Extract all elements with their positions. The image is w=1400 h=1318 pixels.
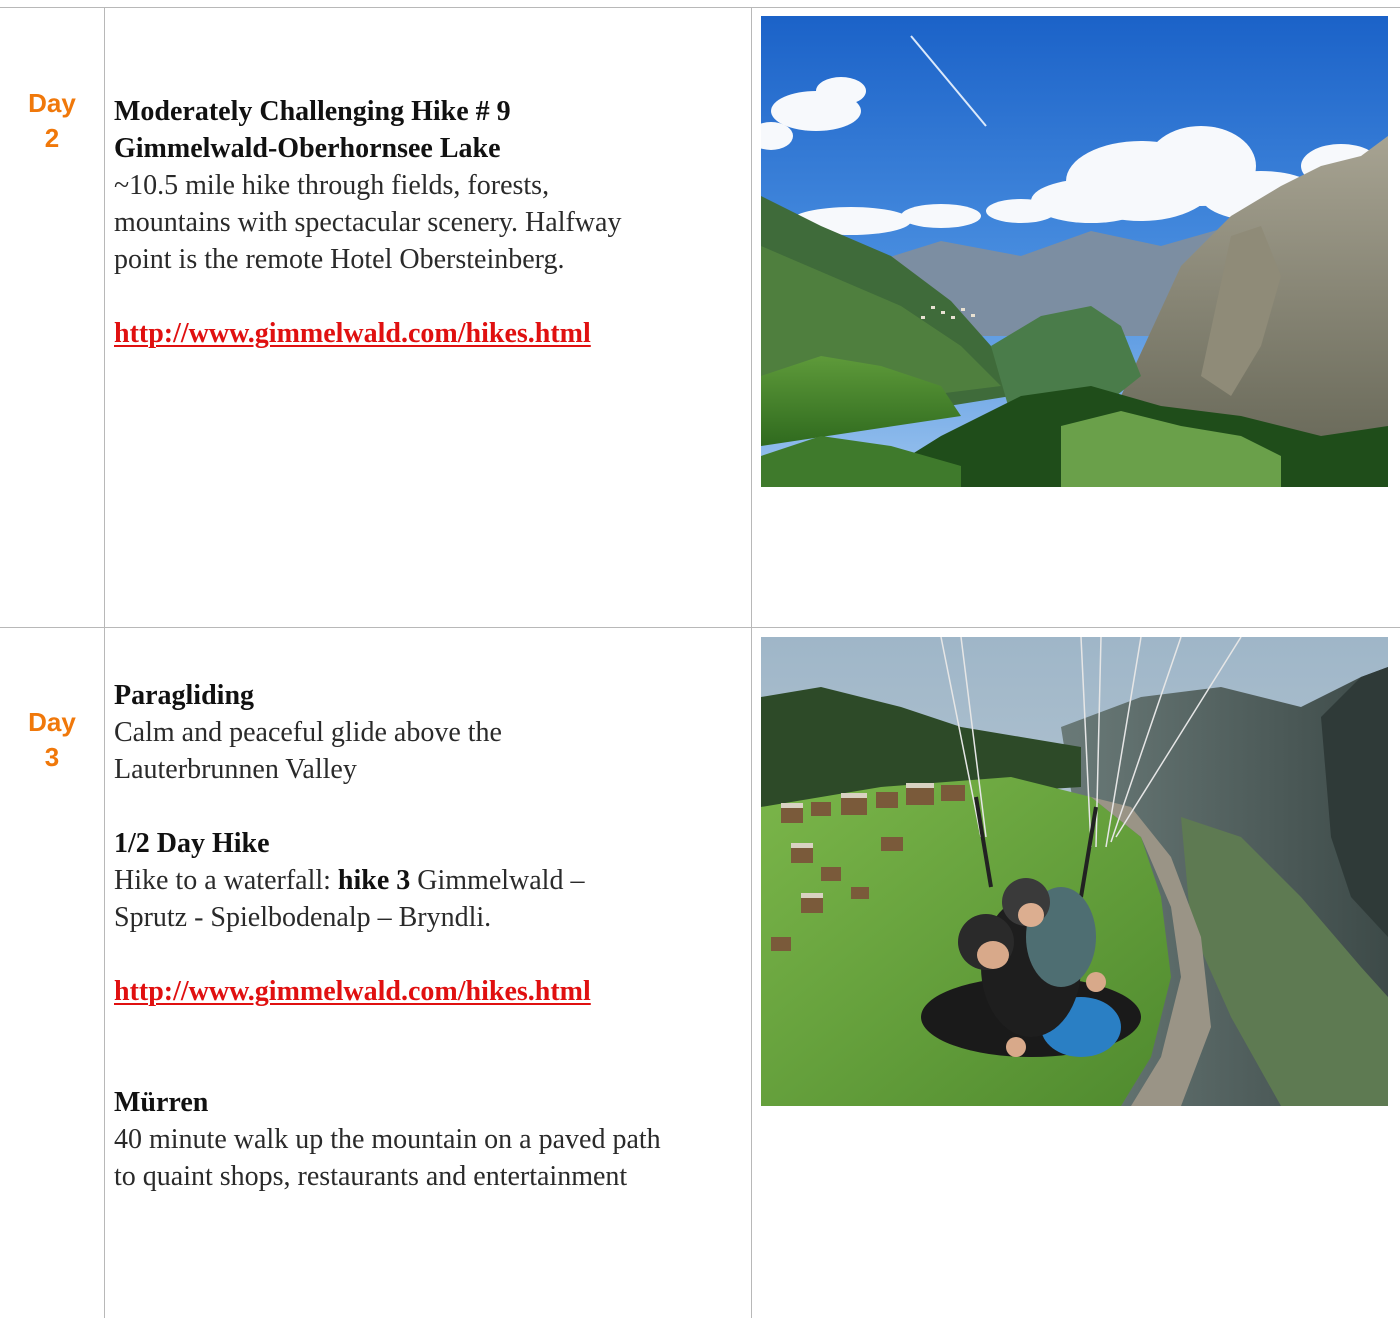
murren-title: Mürren	[114, 1087, 209, 1118]
day-number: 2	[44, 123, 60, 153]
column-divider-right	[751, 7, 752, 1318]
alpine-valley-photo	[761, 16, 1388, 487]
hikes-link[interactable]: http://www.gimmelwald.com/hikes.html	[114, 976, 591, 1007]
murren-desc-line: 40 minute walk up the mountain on a pave…	[114, 1124, 661, 1155]
hikes-link[interactable]: http://www.gimmelwald.com/hikes.html	[114, 318, 591, 349]
paragliding-photo	[761, 637, 1388, 1106]
day-number: 3	[44, 742, 60, 772]
day-label: Day 2	[0, 86, 104, 156]
hike-title: Moderately Challenging Hike # 9	[114, 96, 511, 127]
hike-route: Gimmelwald-Oberhornsee Lake	[114, 133, 501, 164]
table-top-border	[0, 7, 1400, 8]
half-day-hike-title: 1/2 Day Hike	[114, 828, 270, 859]
column-divider-left	[104, 7, 105, 1318]
paragliding-title: Paragliding	[114, 680, 255, 711]
hike-desc-line: ~10.5 mile hike through fields, forests,	[114, 170, 550, 201]
day-2-description: Moderately Challenging Hike # 9 Gimmelwa…	[114, 93, 744, 352]
paragliding-desc-line: Lauterbrunnen Valley	[114, 754, 357, 785]
day-3-description: Paragliding Calm and peaceful glide abov…	[114, 677, 744, 1195]
half-day-hike-desc-line: Hike to a waterfall: hike 3 Gimmelwald –	[114, 865, 585, 896]
day-word: Day	[28, 707, 76, 737]
day-word: Day	[28, 88, 76, 118]
half-day-hike-desc-line: Sprutz - Spielbodenalp – Bryndli.	[114, 902, 492, 933]
row-divider	[0, 627, 1400, 628]
day-label: Day 3	[0, 705, 104, 775]
hike-desc-line: point is the remote Hotel Obersteinberg.	[114, 244, 565, 275]
hike-desc-line: mountains with spectacular scenery. Half…	[114, 207, 622, 238]
paragliding-desc-line: Calm and peaceful glide above the	[114, 717, 502, 748]
murren-desc-line: to quaint shops, restaurants and enterta…	[114, 1161, 628, 1192]
